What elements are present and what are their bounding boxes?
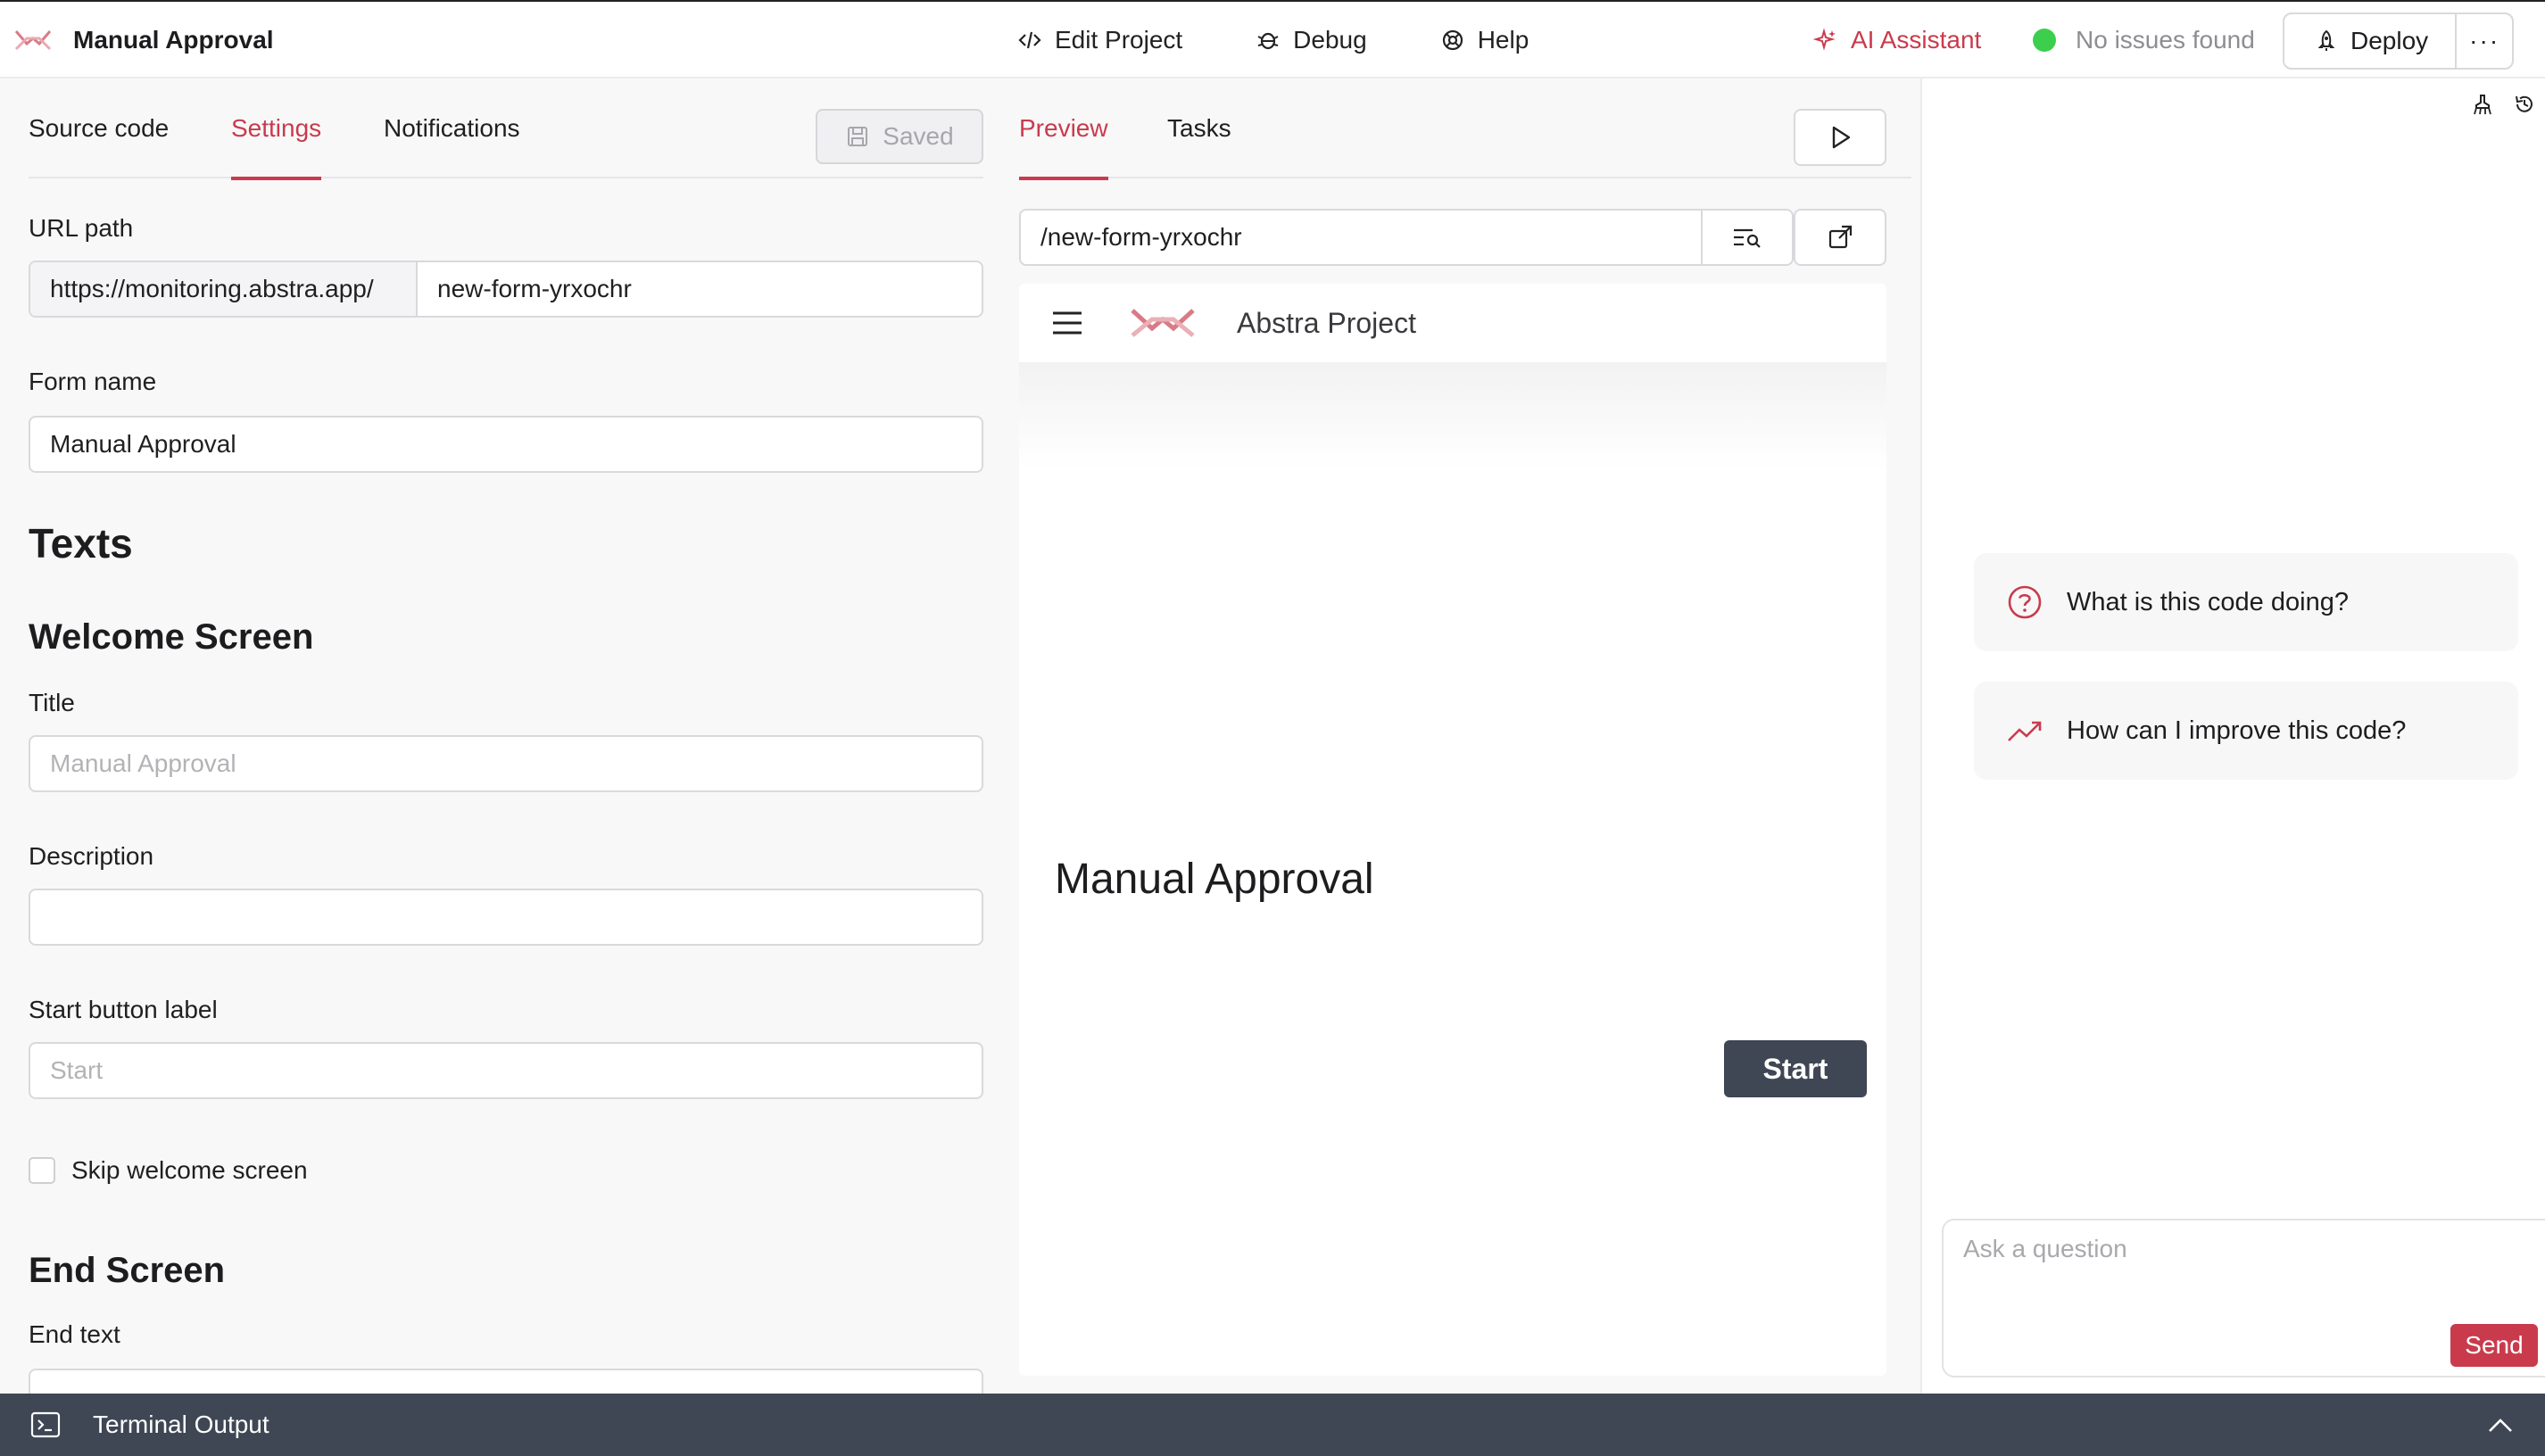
run-button[interactable] [1794, 109, 1886, 166]
clear-chat-icon[interactable] [2470, 93, 2493, 116]
debug-label: Debug [1293, 26, 1367, 54]
start-button-label-input[interactable]: Start [29, 1042, 983, 1099]
help-button[interactable]: Help [1440, 26, 1529, 54]
ask-question-box[interactable]: Ask a question Send [1942, 1219, 2545, 1377]
saved-button[interactable]: Saved [816, 109, 983, 164]
settings-panel: Source code Settings Notifications Saved… [0, 79, 1003, 1394]
history-icon[interactable] [2513, 93, 2536, 116]
code-icon [1018, 31, 1041, 49]
status-dot [2033, 29, 2056, 52]
more-options-button[interactable]: ··· [2457, 14, 2512, 68]
ai-toolbar [2470, 93, 2536, 116]
title-label: Title [29, 689, 75, 716]
play-icon [1832, 126, 1851, 149]
end-screen-heading: End Screen [29, 1251, 226, 1290]
preview-start-button[interactable]: Start [1724, 1040, 1867, 1097]
status-text: No issues found [2076, 26, 2255, 54]
top-nav: Edit Project Debug Help [1017, 2, 1529, 79]
welcome-screen-heading: Welcome Screen [29, 617, 314, 657]
skip-welcome-checkbox[interactable] [29, 1157, 55, 1184]
hamburger-menu-icon[interactable] [1051, 310, 1083, 335]
skip-welcome-label: Skip welcome screen [71, 1156, 308, 1184]
open-external-button[interactable] [1794, 209, 1886, 266]
url-path-field: https://monitoring.abstra.app/ new-form-… [29, 261, 983, 318]
ai-assistant-button[interactable]: AI Assistant [1813, 2, 1981, 79]
tab-tasks[interactable]: Tasks [1167, 79, 1231, 178]
preview-panel: Preview Tasks /new-form-yrxochr Abstra P… [1003, 79, 1920, 1394]
deploy-label: Deploy [2350, 27, 2429, 54]
top-bar: Manual Approval Edit Project Debug Help … [0, 0, 2545, 79]
url-path-input[interactable]: new-form-yrxochr [418, 262, 982, 316]
tab-source-code[interactable]: Source code [29, 79, 169, 178]
bug-icon [1257, 32, 1279, 50]
rocket-icon [2317, 29, 2335, 51]
chevron-up-icon[interactable] [2486, 1413, 2515, 1436]
lifebuoy-icon [1442, 29, 1463, 51]
suggestion-label: What is this code doing? [2067, 587, 2349, 616]
tab-settings[interactable]: Settings [231, 79, 322, 180]
description-label: Description [29, 842, 154, 870]
sparkle-icon [1813, 28, 1836, 51]
header-shadow [1019, 362, 1886, 469]
suggestion-improve-code[interactable]: How can I improve this code? [1974, 682, 2518, 780]
deploy-button[interactable]: Deploy [2284, 14, 2458, 68]
ai-assistant-panel: What is this code doing? How can I impro… [1920, 79, 2545, 1394]
preview-tabs: Preview Tasks [1019, 79, 1911, 180]
preview-form-title: Manual Approval [1055, 856, 1374, 903]
send-button[interactable]: Send [2450, 1324, 2538, 1367]
preview-path-input[interactable]: /new-form-yrxochr [1021, 211, 1701, 264]
search-list-icon [1734, 228, 1761, 248]
terminal-icon [30, 1411, 61, 1438]
debug-button[interactable]: Debug [1256, 26, 1367, 54]
preview-path-field: /new-form-yrxochr [1019, 209, 1794, 266]
url-path-label: URL path [29, 214, 134, 242]
trending-up-icon [2008, 721, 2042, 741]
question-circle-icon [2008, 585, 2042, 619]
ai-assistant-label: AI Assistant [1851, 26, 1982, 54]
terminal-bar[interactable]: Terminal Output [0, 1394, 2545, 1456]
form-name-label: Form name [29, 368, 157, 395]
skip-welcome-row[interactable]: Skip welcome screen [29, 1156, 308, 1185]
url-prefix: https://monitoring.abstra.app/ [30, 262, 418, 316]
saved-label: Saved [883, 122, 954, 150]
project-title: Manual Approval [73, 26, 274, 54]
status-indicator: No issues found [2033, 2, 2255, 79]
edit-project-label: Edit Project [1055, 26, 1183, 54]
edit-project-button[interactable]: Edit Project [1017, 26, 1182, 54]
abstra-logo-icon [14, 30, 52, 51]
abstra-logo-icon [1131, 309, 1195, 337]
terminal-output-label: Terminal Output [93, 1410, 269, 1438]
start-button-label-label: Start button label [29, 996, 218, 1023]
form-name-input[interactable]: Manual Approval [29, 416, 983, 473]
ask-question-input[interactable]: Ask a question [1963, 1235, 2127, 1263]
end-text-input[interactable] [29, 1369, 983, 1394]
texts-heading: Texts [29, 520, 133, 567]
suggestion-what-code-doing[interactable]: What is this code doing? [1974, 553, 2518, 651]
save-icon [848, 127, 868, 146]
end-text-label: End text [29, 1320, 120, 1348]
tab-preview[interactable]: Preview [1019, 79, 1108, 180]
description-input[interactable] [29, 889, 983, 946]
preview-frame: Abstra Project Manual Approval Start [1019, 284, 1886, 1376]
external-link-icon [1828, 225, 1853, 249]
deploy-group: Deploy ··· [2283, 12, 2515, 70]
suggestion-label: How can I improve this code? [2067, 716, 2407, 745]
preview-app-brand: Abstra Project [1237, 306, 1416, 339]
path-search-button[interactable] [1701, 211, 1792, 264]
title-input[interactable]: Manual Approval [29, 735, 983, 792]
editor-tabs: Source code Settings Notifications Saved [29, 79, 983, 180]
brand: Manual Approval [14, 2, 274, 79]
tab-notifications[interactable]: Notifications [384, 79, 520, 178]
help-label: Help [1477, 26, 1529, 54]
preview-app-header: Abstra Project [1019, 284, 1886, 362]
